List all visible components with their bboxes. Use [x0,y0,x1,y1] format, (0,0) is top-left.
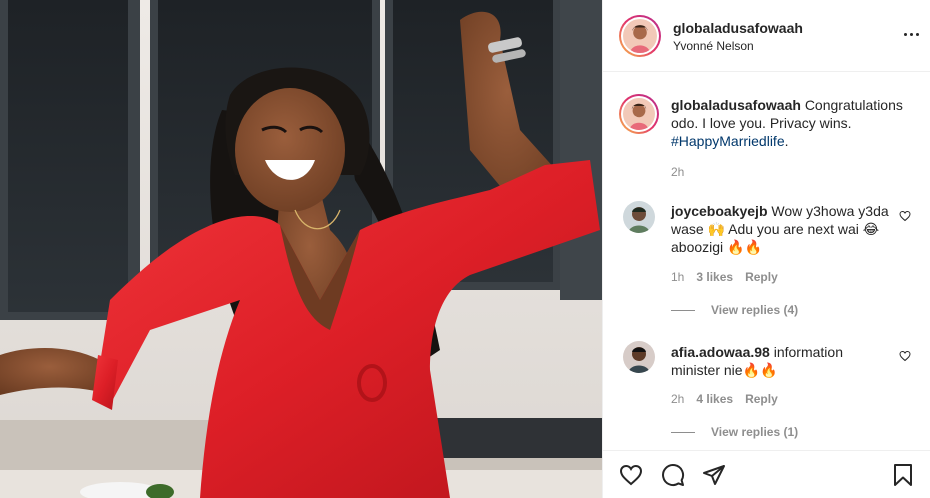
comment-button[interactable] [661,463,685,487]
commenter-avatar-icon [623,201,655,233]
caption-timestamp: 2h [671,165,685,179]
more-dot-icon [904,33,907,36]
caption-username[interactable]: globaladusafowaah [671,97,801,113]
share-icon [703,465,725,485]
reply-button[interactable]: Reply [745,392,778,406]
share-button[interactable] [702,463,726,487]
view-replies-label: View replies (1) [711,425,799,439]
caption-author-avatar[interactable] [619,94,659,134]
profile-avatar-icon [623,98,655,130]
post-header: globaladusafowaah Yvonné Nelson [603,0,930,72]
comment-text: joyceboakyejb Wow y3howa y3da wase 🙌 Adu… [671,202,893,256]
reply-button[interactable]: Reply [745,270,778,284]
view-replies-button[interactable]: View replies (1) [671,425,798,439]
author-avatar[interactable] [619,15,661,57]
comment-meta: 2h 4 likes Reply [671,392,778,406]
comment-text: afia.adowaa.98 information minister nie🔥… [671,343,893,379]
view-replies-label: View replies (4) [711,303,799,317]
comments-list[interactable]: globaladusafowaah Congratulations odo. I… [603,73,930,450]
instagram-post: globaladusafowaah Yvonné Nelson globalad… [0,0,930,498]
caption-trailing: . [784,133,789,149]
post-location[interactable]: Yvonné Nelson [673,39,754,53]
post-photo[interactable] [0,0,602,498]
post-details-panel: globaladusafowaah Yvonné Nelson globalad… [602,0,930,498]
commenter-avatar-icon [623,341,655,373]
more-options-button[interactable] [903,26,921,44]
profile-avatar-icon [623,19,657,53]
comment-icon [662,464,685,486]
heart-icon [619,464,643,486]
commenter-avatar[interactable] [623,201,655,233]
comment-likes[interactable]: 4 likes [696,392,733,406]
caption-hashtag[interactable]: #HappyMarriedlife [671,133,785,149]
bookmark-icon [894,464,912,486]
divider-line [671,309,695,311]
comment-username[interactable]: afia.adowaa.98 [671,344,770,360]
divider-line [671,431,695,433]
like-comment-heart-icon[interactable] [899,210,911,222]
post-caption: globaladusafowaah Congratulations odo. I… [671,96,911,150]
view-replies-button[interactable]: View replies (4) [671,303,798,317]
post-photo-image [0,0,602,498]
author-username[interactable]: globaladusafowaah [673,20,803,36]
save-button[interactable] [891,463,915,487]
comment-username[interactable]: joyceboakyejb [671,203,768,219]
comment-likes[interactable]: 3 likes [696,270,733,284]
post-actions-bar [603,450,930,498]
more-dot-icon [910,33,913,36]
comment-timestamp: 2h [671,392,685,406]
like-comment-heart-icon[interactable] [899,350,911,362]
commenter-avatar[interactable] [623,341,655,373]
comment-meta: 1h 3 likes Reply [671,270,778,284]
more-dot-icon [916,33,919,36]
comment-timestamp: 1h [671,270,685,284]
like-button[interactable] [619,463,643,487]
